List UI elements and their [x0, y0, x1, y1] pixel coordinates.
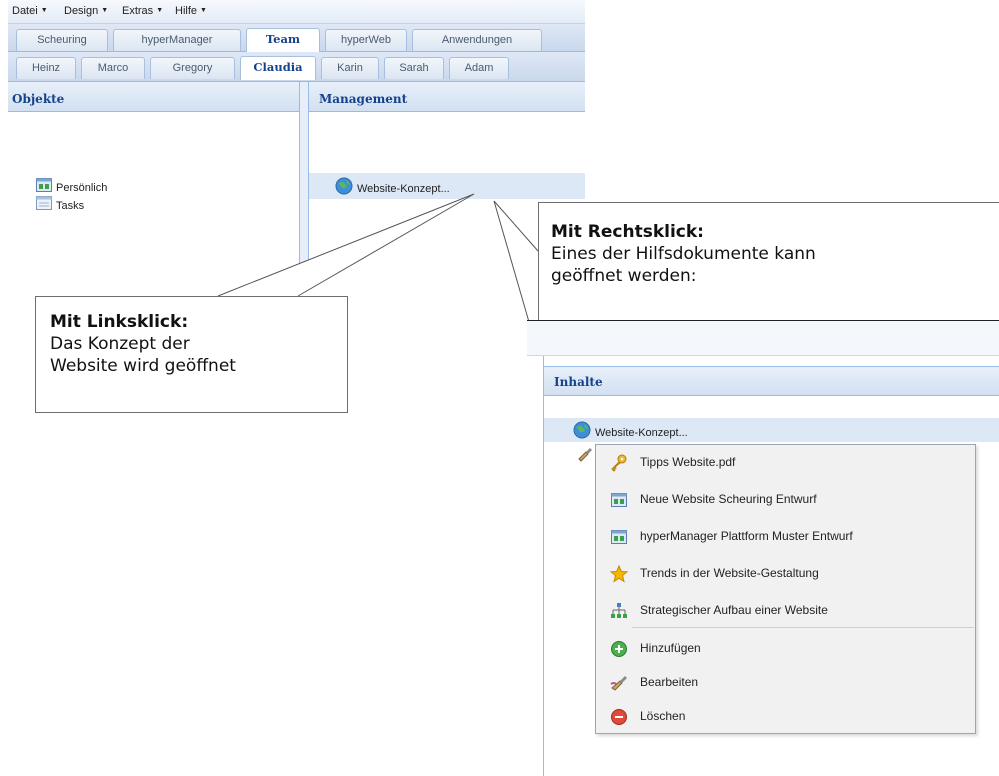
menu-item-tipps-website[interactable]: Tipps Website.pdf	[596, 447, 977, 477]
right-callout-line1: Eines der Hilfsdokumente kann	[551, 244, 816, 264]
menu-item-neue-website[interactable]: Neue Website Scheuring Entwurf	[596, 484, 977, 514]
tree-item-label: Website-Konzept...	[595, 426, 688, 439]
menu-item-label: Strategischer Aufbau einer Website	[640, 603, 828, 617]
star-icon	[609, 564, 629, 583]
right-callout-line2: geöffnet werden:	[551, 266, 697, 286]
edit-brush-icon	[577, 446, 593, 462]
menu-item-label: hyperManager Plattform Muster Entwurf	[640, 529, 853, 543]
menu-item-label: Hinzufügen	[640, 641, 701, 655]
context-menu-screenshot: Inhalte Website-Konzept... Tipps Website…	[527, 320, 999, 776]
right-callout-title: Mit Rechtsklick:	[551, 222, 704, 242]
edit-brush-icon	[610, 673, 628, 691]
globe-icon	[573, 421, 591, 445]
left-click-callout: Mit Linksklick: Das Konzept der Website …	[35, 296, 348, 413]
inhalte-panel-title: Inhalte	[544, 366, 999, 396]
menu-item-label: Trends in der Website-Gestaltung	[640, 566, 819, 580]
menu-item-strategischer-aufbau[interactable]: Strategischer Aufbau einer Website	[596, 595, 977, 625]
menu-separator	[632, 627, 974, 628]
folder-grid-icon	[610, 527, 628, 545]
menu-item-hinzufuegen[interactable]: Hinzufügen	[596, 633, 977, 663]
left-callout-line2: Website wird geöffnet	[50, 356, 236, 376]
folder-grid-icon	[610, 490, 628, 508]
tree-item-website-konzept[interactable]: Website-Konzept...	[573, 421, 688, 439]
menu-item-label: Löschen	[640, 709, 686, 723]
menu-item-label: Neue Website Scheuring Entwurf	[640, 492, 817, 506]
menu-item-label: Bearbeiten	[640, 675, 699, 689]
sitemap-icon	[610, 601, 628, 619]
menu-item-label: Tipps Website.pdf	[640, 455, 736, 469]
left-callout-pointer	[217, 193, 475, 297]
delete-icon	[610, 707, 628, 725]
menu-item-loeschen[interactable]: Löschen	[596, 701, 977, 731]
key-icon	[610, 453, 628, 472]
right-click-callout: Mit Rechtsklick: Eines der Hilfsdokument…	[538, 202, 999, 322]
context-menu: Tipps Website.pdf Neue Website Scheuring…	[595, 444, 976, 734]
add-icon	[610, 639, 628, 657]
left-callout-line1: Das Konzept der	[50, 334, 190, 354]
menu-item-bearbeiten[interactable]: Bearbeiten	[596, 667, 977, 697]
toolbar-strip	[527, 320, 999, 356]
right-callout-pointer	[493, 200, 539, 323]
left-callout-title: Mit Linksklick:	[50, 312, 189, 332]
menu-item-hypermanager-plattform[interactable]: hyperManager Plattform Muster Entwurf	[596, 521, 977, 551]
menu-item-trends[interactable]: Trends in der Website-Gestaltung	[596, 558, 977, 588]
